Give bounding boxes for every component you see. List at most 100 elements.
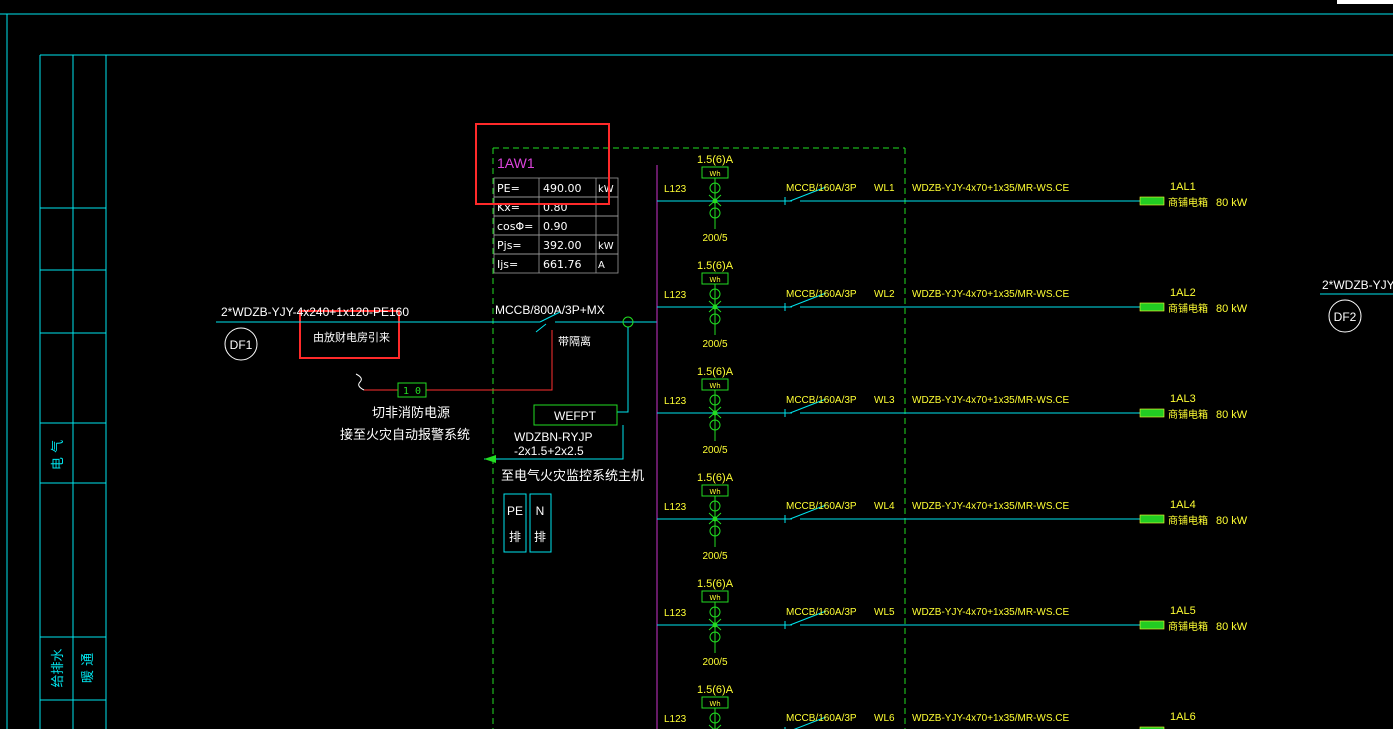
param-value: 0.90 [543, 220, 568, 233]
cable-label: WDZB-YJY-4x70+1x35/MR-WS.CE [912, 289, 1069, 300]
load-id: 1AL2 [1170, 287, 1196, 299]
load-box-symbol [1139, 196, 1165, 206]
meter-rating: 1.5(6)A [697, 154, 734, 166]
param-key: Kx= [497, 201, 520, 214]
param-unit: kW [598, 184, 614, 195]
cable-label: WDZB-YJY-4x70+1x35/MR-WS.CE [912, 501, 1069, 512]
phase-label: L123 [664, 184, 687, 195]
load-power: 80 kW [1216, 303, 1248, 315]
meter-rating: 1.5(6)A [697, 472, 734, 484]
load-power: 80 kW [1216, 409, 1248, 421]
load-power: 80 kW [1216, 197, 1248, 209]
pe-bar-label: PE [507, 504, 523, 518]
cable-label: WDZB-YJY-4x70+1x35/MR-WS.CE [912, 395, 1069, 406]
incoming-cable-label: 2*WDZB-YJY-4x240+1x120-PE160 [221, 305, 409, 319]
phase-label: L123 [664, 502, 687, 513]
param-key: PE= [497, 182, 520, 195]
right-edge-source-label: DF2 [1334, 310, 1357, 324]
load-type: 商铺电箱 [1168, 302, 1208, 315]
param-unit: kW [598, 241, 614, 252]
circuit-label: WL2 [874, 289, 895, 300]
circuit-label: WL4 [874, 501, 895, 512]
cable-label: WDZB-YJY-4x70+1x35/MR-WS.CE [912, 713, 1069, 724]
wefpt-device-label: WEFPT [554, 409, 597, 423]
right-edge-source: 2*WDZB-YJY DF2 [1320, 278, 1393, 333]
meter-rating: 1.5(6)A [697, 260, 734, 272]
feeder-row[interactable]: Wh 1.5(6)A 200/5 L123 MCCB/160A/3P WL3 WDZB-YJ… [657, 366, 1248, 456]
meter-tag: Wh [709, 700, 720, 708]
param-key: Ijs= [497, 258, 518, 271]
load-type: 商铺电箱 [1168, 196, 1208, 209]
feeder-row[interactable]: Wh 1.5(6)A 200/5 L123 MCCB/160A/3P WL4 WDZB-YJ… [657, 472, 1248, 562]
breaker-label: MCCB/160A/3P [786, 183, 857, 194]
param-key: cosΦ= [497, 220, 533, 233]
load-type: 商铺电箱 [1168, 620, 1208, 633]
circuit-label: WL6 [874, 713, 895, 724]
ct-ratio: 200/5 [702, 233, 727, 244]
circuit-label: WL1 [874, 183, 895, 194]
param-key: Pjs= [497, 239, 522, 252]
right-edge-cable-label: 2*WDZB-YJY [1322, 278, 1393, 292]
feeder-row[interactable]: Wh 1.5(6)A 200/5 L123 MCCB/160A/3P WL2 WDZB-YJ… [657, 260, 1248, 350]
hvac-label: 暖 通 [81, 653, 96, 683]
load-id: 1AL1 [1170, 181, 1196, 193]
param-unit: A [598, 260, 605, 271]
cable-label: WDZB-YJY-4x70+1x35/MR-WS.CE [912, 607, 1069, 618]
fire-monitoring-branch: WEFPT WDZBN-RYJP -2x1.5+2x2.5 至电气火灾监控系统主… [484, 327, 644, 553]
monitor-cable-label-2: -2x1.5+2x2.5 [514, 444, 584, 458]
feeder-row[interactable]: Wh 1.5(6)A L123 MCCB/160A/3P WL6 WDZB-YJY-4x7… [657, 684, 1196, 729]
load-type: 商铺电箱 [1168, 408, 1208, 421]
phase-label: L123 [664, 396, 687, 407]
meter-rating: 1.5(6)A [697, 366, 734, 378]
circuit-label: WL5 [874, 607, 895, 618]
meter-tag: Wh [709, 594, 720, 602]
pe-bar-sub-label: 排 [509, 530, 521, 544]
n-bar-label: N [536, 504, 545, 518]
breaker-label: MCCB/160A/3P [786, 395, 857, 406]
param-value: 490.00 [543, 182, 582, 195]
meter-tag: Wh [709, 276, 720, 284]
param-value: 0.80 [543, 201, 568, 214]
load-box-symbol [1139, 514, 1165, 524]
incoming-source-note: 由放财电房引来 [313, 330, 390, 344]
incoming-source-label: DF1 [230, 338, 253, 352]
meter-tag: Wh [709, 488, 720, 496]
fire-cut-note-1: 切非消防电源 [372, 405, 450, 421]
param-value: 392.00 [543, 239, 582, 252]
phase-label: L123 [664, 608, 687, 619]
phase-label: L123 [664, 290, 687, 301]
drawing-frame [0, 0, 1393, 729]
shunt-relay-label: 1 0 [403, 386, 421, 397]
main-breaker-label: MCCB/800A/3P+MX [495, 303, 605, 317]
panel-params-table: PE= 490.00 kW Kx= 0.80 cosΦ= 0.90 Pjs= 392.00 kW I… [493, 177, 619, 274]
fire-cut-note-2: 接至火灾自动报警系统 [340, 427, 470, 443]
electrical-label: 电 气 [50, 440, 66, 470]
main-breaker-note: 带隔离 [558, 334, 591, 348]
feeder-row[interactable]: Wh 1.5(6)A 200/5 L123 MCCB/160A/3P WL5 WDZB-YJ… [657, 578, 1248, 668]
load-id: 1AL3 [1170, 393, 1196, 405]
circuit-label: WL3 [874, 395, 895, 406]
meter-rating: 1.5(6)A [697, 684, 734, 696]
phase-label: L123 [664, 714, 687, 725]
load-id: 1AL4 [1170, 499, 1196, 511]
cad-drawing-canvas[interactable]: 电 气 给排水 暖 通 1AW1 PE= 490.00 kW Kx= 0.80 cosΦ=… [0, 0, 1393, 729]
monitor-cable-label-1: WDZBN-RYJP [514, 430, 592, 444]
water-label: 给排水 [51, 648, 66, 687]
load-box-symbol [1139, 620, 1165, 630]
cable-label: WDZB-YJY-4x70+1x35/MR-WS.CE [912, 183, 1069, 194]
meter-tag: Wh [709, 382, 720, 390]
load-id: 1AL6 [1170, 711, 1196, 723]
ct-ratio: 200/5 [702, 445, 727, 456]
param-value: 661.76 [543, 258, 582, 271]
load-box-symbol [1139, 408, 1165, 418]
breaker-label: MCCB/160A/3P [786, 289, 857, 300]
meter-rating: 1.5(6)A [697, 578, 734, 590]
feeder-list: Wh 1.5(6)A 200/5 L123 MCCB/160A/3P WL1 WDZB-YJ… [657, 154, 1248, 729]
ct-ratio: 200/5 [702, 339, 727, 350]
monitor-target-label: 至电气火灾监控系统主机 [501, 468, 644, 484]
load-power: 80 kW [1216, 515, 1248, 527]
breaker-label: MCCB/160A/3P [786, 713, 857, 724]
panel-name: 1AW1 [497, 155, 535, 171]
ct-ratio: 200/5 [702, 551, 727, 562]
feeder-row[interactable]: Wh 1.5(6)A 200/5 L123 MCCB/160A/3P WL1 WDZB-YJ… [657, 154, 1248, 244]
